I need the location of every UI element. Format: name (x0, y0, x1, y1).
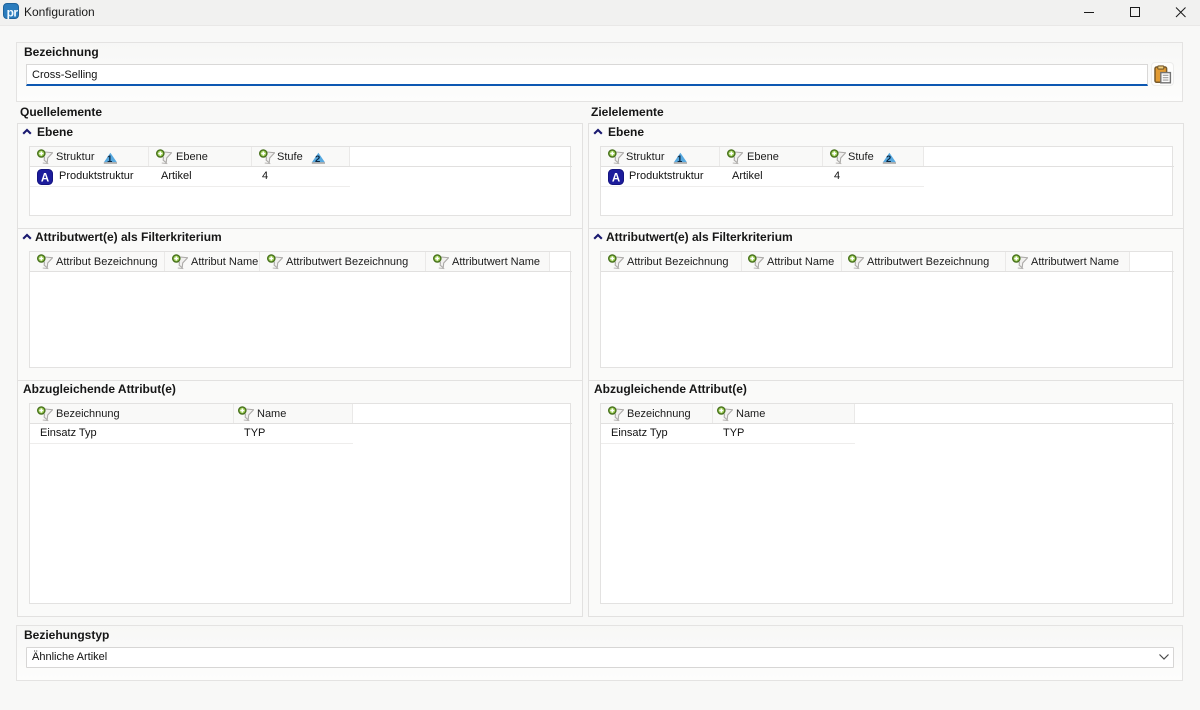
svg-text:A: A (612, 172, 620, 184)
svg-text:1: 1 (107, 154, 113, 165)
svg-text:2: 2 (886, 154, 891, 165)
svg-text:r: r (13, 5, 18, 19)
svg-text:2: 2 (315, 154, 320, 165)
svg-text:A: A (41, 172, 49, 184)
svg-text:1: 1 (677, 154, 683, 165)
